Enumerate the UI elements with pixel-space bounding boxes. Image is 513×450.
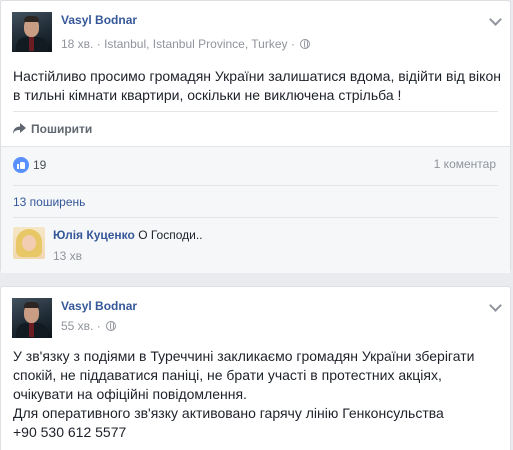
- post-meta: 18 хв. · Istanbul, Istanbul Province, Tu…: [61, 37, 311, 51]
- post-meta: 55 хв. ·: [61, 319, 117, 333]
- post-text-line: очікувати на офіційні повідомлення.: [13, 386, 247, 402]
- post-text: У зв'язку з подіями в Туреччині закликає…: [13, 347, 503, 442]
- author-avatar[interactable]: [12, 298, 52, 338]
- comment: Юлія Куценко О Господи..: [53, 228, 203, 242]
- commenter-name[interactable]: Юлія Куценко: [53, 228, 135, 242]
- post-location[interactable]: Istanbul, Istanbul Province, Turkey: [104, 37, 287, 51]
- meta-separator: ·: [96, 37, 101, 51]
- comment-text: О Господи..: [138, 228, 203, 242]
- meta-separator: ·: [96, 319, 101, 333]
- share-label: Поширити: [31, 122, 93, 136]
- divider: [13, 111, 498, 112]
- chevron-down-icon[interactable]: [489, 301, 501, 313]
- reactions-summary[interactable]: 19: [13, 157, 46, 173]
- post-text: Настійливо просимо громадян України зали…: [13, 68, 501, 103]
- author-avatar[interactable]: [12, 12, 52, 52]
- divider: [13, 185, 498, 186]
- globe-icon[interactable]: [106, 321, 117, 331]
- post-text-line: спокій, не піддаватися паніці, не брати …: [13, 367, 442, 383]
- comments-count[interactable]: 1 коментар: [434, 157, 496, 171]
- like-icon: [13, 157, 29, 173]
- meta-separator: ·: [290, 37, 295, 51]
- post-timestamp[interactable]: 55 хв.: [61, 319, 93, 333]
- globe-icon[interactable]: [300, 39, 311, 49]
- commenter-avatar[interactable]: [13, 227, 45, 259]
- author-name[interactable]: Vasyl Bodnar: [61, 13, 137, 27]
- comment-timestamp[interactable]: 13 хв: [53, 249, 82, 263]
- share-button[interactable]: Поширити: [13, 122, 92, 136]
- likes-count: 19: [33, 158, 47, 172]
- chevron-down-icon[interactable]: [489, 15, 501, 27]
- post-card: Vasyl Bodnar 18 хв. · Istanbul, Istanbul…: [0, 0, 511, 273]
- divider: [1, 146, 510, 147]
- post-card: Vasyl Bodnar 55 хв. · У зв'язку з подіям…: [0, 286, 511, 450]
- post-timestamp[interactable]: 18 хв.: [61, 37, 93, 51]
- post-text-line: +90 530 612 5577: [13, 424, 127, 440]
- post-text-line: Для оперативного зв'язку активовано гаря…: [13, 405, 444, 421]
- divider: [13, 217, 498, 218]
- share-arrow-icon: [13, 123, 26, 134]
- post-text-line: У зв'язку з подіями в Туреччині закликає…: [13, 348, 475, 364]
- author-name[interactable]: Vasyl Bodnar: [61, 299, 137, 313]
- shares-count[interactable]: 13 поширень: [13, 195, 85, 209]
